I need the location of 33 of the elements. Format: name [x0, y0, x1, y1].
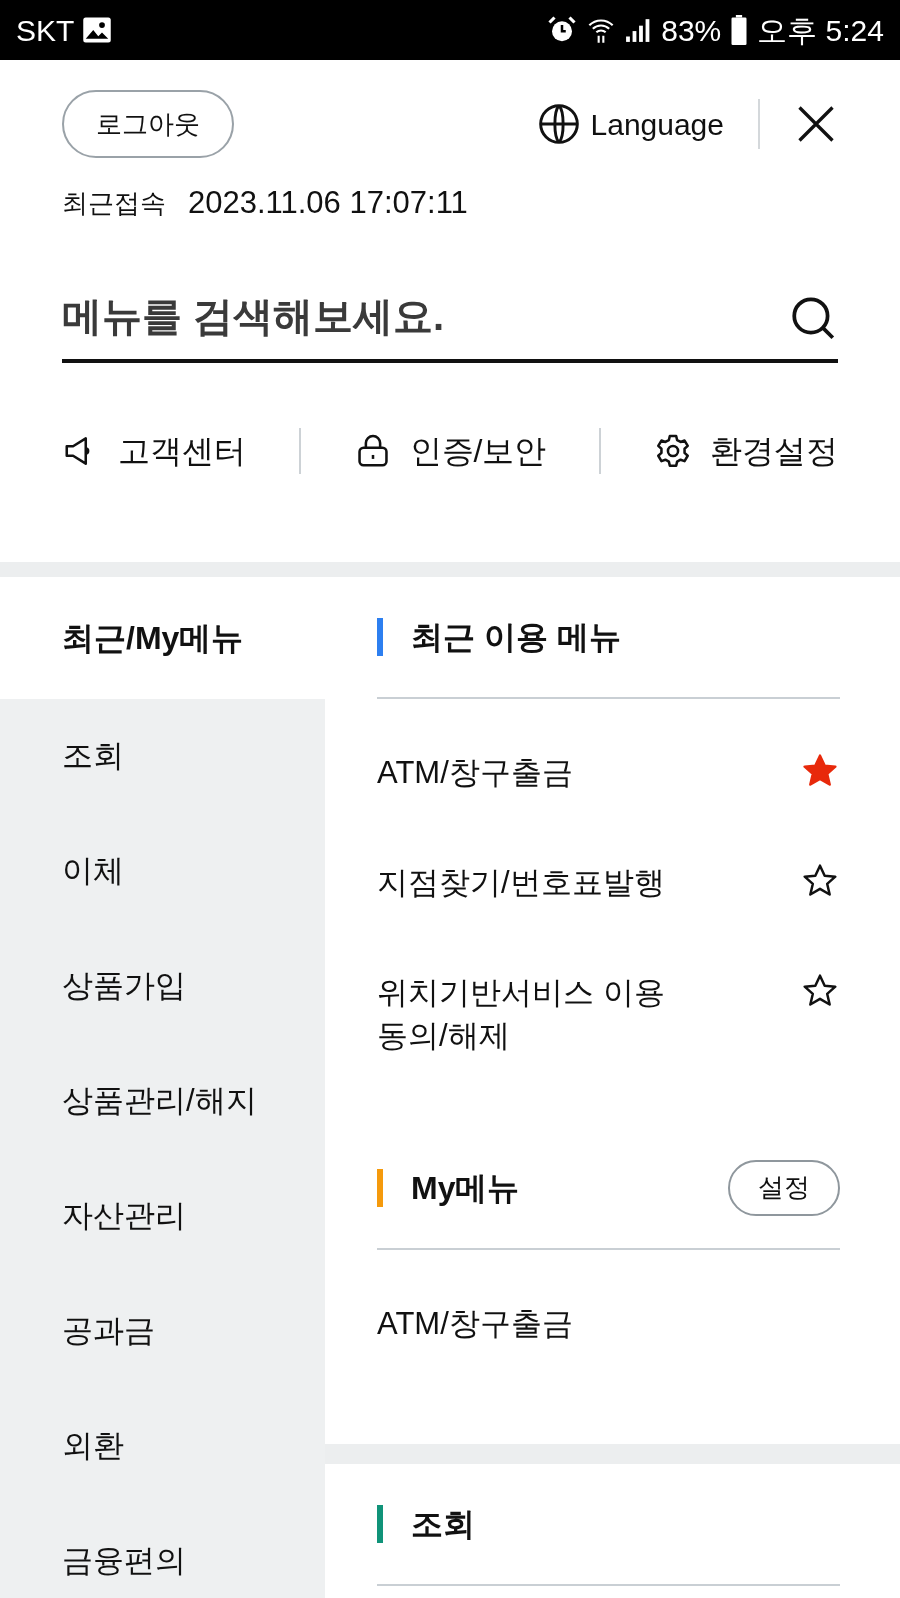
image-icon: [82, 16, 113, 44]
language-button[interactable]: Language: [536, 101, 724, 147]
last-access-label: 최근접속: [62, 186, 166, 220]
section-title: 조회: [411, 1504, 475, 1544]
sidebar-item[interactable]: 자산관리: [0, 1159, 325, 1274]
sidebar-item[interactable]: 이체: [0, 814, 325, 929]
quick-link[interactable]: 환경설정: [653, 426, 838, 475]
logout-button[interactable]: 로그아웃: [62, 90, 234, 158]
sidebar-item[interactable]: 공과금: [0, 1274, 325, 1389]
battery-icon: [731, 15, 748, 45]
sidebar-item[interactable]: 상품관리/해지: [0, 1044, 325, 1159]
last-access-time: 2023.11.06 17:07:11: [188, 184, 468, 222]
sidebar-item[interactable]: 금융편의: [0, 1504, 325, 1598]
sidebar-item[interactable]: 외환: [0, 1389, 325, 1504]
battery-percent: 83%: [661, 12, 722, 49]
globe-icon: [536, 102, 581, 146]
signal-icon: [625, 16, 652, 44]
menu-item-link[interactable]: ATM/창구출금: [377, 1301, 573, 1346]
section-title: My메뉴: [411, 1168, 520, 1208]
menu-item-link[interactable]: 위치기반서비스 이용 동의/해제: [377, 971, 677, 1058]
sidebar-item[interactable]: 최근/My메뉴: [0, 577, 325, 699]
wifi-icon: [587, 16, 616, 44]
section-title: 최근 이용 메뉴: [411, 618, 621, 657]
quick-link[interactable]: 인증/보안: [353, 426, 547, 475]
carrier-label: SKT: [16, 12, 75, 49]
clock-time: 오후 5:24: [757, 12, 884, 49]
sidebar-item[interactable]: 조회: [0, 699, 325, 814]
search-field[interactable]: 메뉴를 검색해보세요.: [62, 274, 838, 363]
sidebar-item[interactable]: 상품가입: [0, 929, 325, 1044]
settings-button[interactable]: 설정: [728, 1159, 840, 1216]
menu-item-link[interactable]: ATM/창구출금: [377, 751, 573, 795]
quick-link[interactable]: 고객센터: [62, 426, 246, 475]
menu-item-link[interactable]: 지점찾기/번호표발행: [377, 861, 665, 905]
